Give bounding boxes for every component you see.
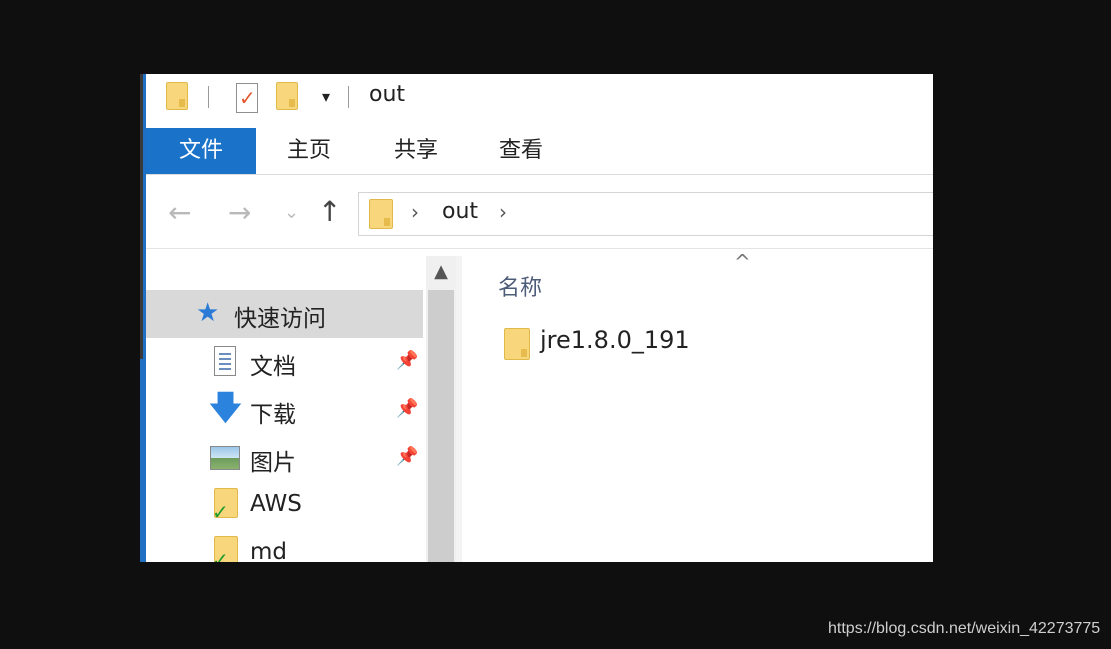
star-icon: ★ xyxy=(196,298,220,328)
navigation-bar: ← → ⌄ ↑ › out › xyxy=(146,182,933,249)
synced-folder-icon: ✓ xyxy=(212,536,238,562)
recent-locations-icon[interactable]: ⌄ xyxy=(284,202,299,223)
sidebar-item-aws[interactable]: ✓ AWS xyxy=(146,482,423,530)
new-folder-icon[interactable] xyxy=(276,82,298,110)
downloads-icon: 🡇 xyxy=(208,388,243,428)
toolbar-separator xyxy=(348,86,349,108)
properties-icon[interactable]: ✓ xyxy=(236,83,258,113)
toolbar-separator xyxy=(208,86,209,108)
ribbon-tabs: 文件 主页 共享 查看 xyxy=(146,128,933,175)
breadcrumb-out[interactable]: out xyxy=(442,199,478,224)
file-name: jre1.8.0_191 xyxy=(540,326,690,354)
file-list: ^ 名称 jre1.8.0_191 xyxy=(462,250,933,562)
sidebar-item-md[interactable]: ✓ md xyxy=(146,530,423,562)
window-left-edge-shadow xyxy=(140,74,143,359)
list-item[interactable]: jre1.8.0_191 xyxy=(498,320,798,364)
folder-icon xyxy=(504,328,530,360)
sidebar-item-quick-access[interactable]: ★ 快速访问 xyxy=(146,290,423,338)
sidebar-item-documents[interactable]: 文档 📌 xyxy=(146,338,423,386)
folder-icon xyxy=(369,199,393,229)
sort-ascending-icon: ^ xyxy=(734,250,751,274)
back-arrow-icon[interactable]: ← xyxy=(168,196,191,229)
explorer-window: ✓ ▾ out 文件 主页 共享 查看 ← → ⌄ ↑ › out › ★ 快速… xyxy=(140,74,933,562)
sidebar-item-label: 下载 xyxy=(250,402,296,428)
folder-icon xyxy=(166,82,188,110)
forward-arrow-icon[interactable]: → xyxy=(228,196,251,229)
synced-folder-icon: ✓ xyxy=(212,488,238,524)
sidebar-item-downloads[interactable]: 🡇 下载 📌 xyxy=(146,386,423,434)
tab-home[interactable]: 主页 xyxy=(264,128,354,174)
watermark: https://blog.csdn.net/weixin_42273775 xyxy=(828,620,1101,637)
scrollbar-thumb[interactable] xyxy=(428,290,454,562)
chevron-right-icon[interactable]: › xyxy=(499,200,507,224)
tab-file[interactable]: 文件 xyxy=(146,128,256,174)
chevron-down-icon[interactable]: ▾ xyxy=(322,87,330,106)
sidebar-item-label: 快速访问 xyxy=(234,306,326,332)
tab-share[interactable]: 共享 xyxy=(371,128,461,174)
documents-icon xyxy=(214,346,236,376)
pin-icon[interactable]: 📌 xyxy=(396,350,418,371)
pin-icon[interactable]: 📌 xyxy=(396,446,418,467)
navigation-pane: ★ 快速访问 文档 📌 🡇 下载 📌 图片 📌 ✓ AWS ✓ md xyxy=(146,256,426,562)
window-title: out xyxy=(369,82,406,107)
scroll-up-icon[interactable]: ▲ xyxy=(426,256,456,288)
address-bar[interactable]: › out › xyxy=(358,192,933,236)
sidebar-item-label: AWS xyxy=(250,491,302,517)
tab-view[interactable]: 查看 xyxy=(476,128,566,174)
sidebar-item-label: 文档 xyxy=(250,354,296,380)
nav-pane-scrollbar[interactable]: ▲ xyxy=(426,256,456,562)
column-header-name[interactable]: 名称 xyxy=(498,270,542,302)
pictures-icon xyxy=(210,446,240,470)
title-bar: ✓ ▾ out xyxy=(146,74,933,126)
sidebar-item-pictures[interactable]: 图片 📌 xyxy=(146,434,423,482)
sidebar-item-label: 图片 xyxy=(250,450,296,476)
sidebar-item-label: md xyxy=(250,539,288,562)
chevron-right-icon[interactable]: › xyxy=(411,200,419,224)
pin-icon[interactable]: 📌 xyxy=(396,398,418,419)
up-arrow-icon[interactable]: ↑ xyxy=(318,195,341,228)
